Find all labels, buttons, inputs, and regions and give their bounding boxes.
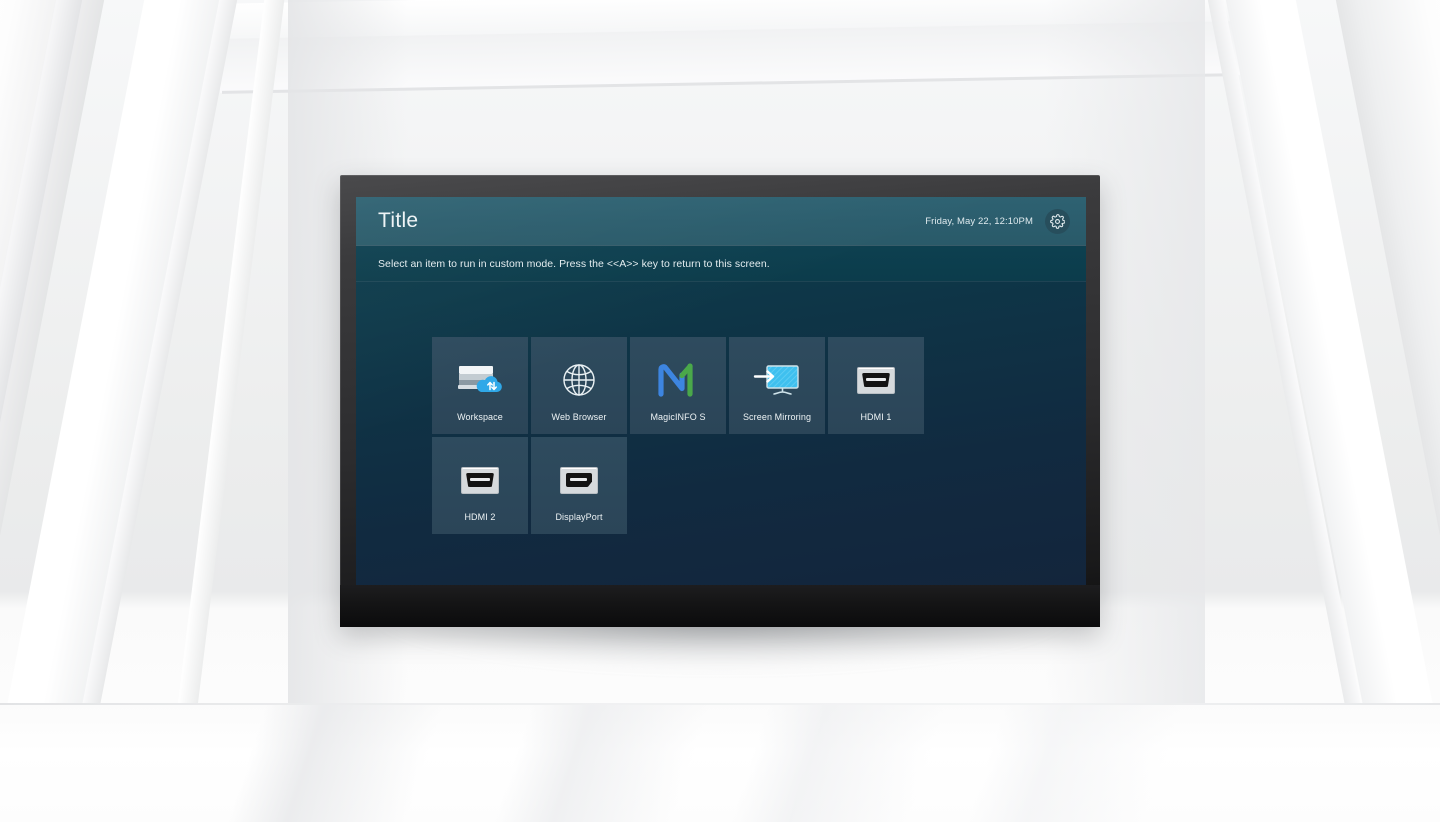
tile-hdmi-1[interactable]: HDMI 1 (828, 337, 924, 434)
instruction-bar: Select an item to run in custom mode. Pr… (356, 246, 1086, 281)
instruction-text: Select an item to run in custom mode. Pr… (378, 257, 770, 270)
tile-screen-mirroring[interactable]: Screen Mirroring (729, 337, 825, 434)
tile-label: HDMI 1 (860, 412, 892, 422)
tile-displayport[interactable]: DisplayPort (531, 437, 627, 534)
displayport-port-icon (551, 457, 607, 503)
tile-label: Web Browser (551, 412, 607, 422)
page-title: Title (378, 209, 419, 232)
tile-label: Workspace (457, 412, 503, 422)
header-right-group: Friday, May 22, 12:10PM (925, 208, 1070, 234)
bottom-bezel (340, 585, 1100, 627)
magicinfo-logo-icon (650, 357, 706, 403)
port-opening (862, 373, 890, 387)
port-opening (566, 473, 592, 487)
tile-hdmi-2[interactable]: HDMI 2 (432, 437, 528, 534)
tile-workspace[interactable]: Workspace (432, 337, 528, 434)
hdmi-port-icon (848, 357, 904, 403)
room-scene: Title Friday, May 22, 12:10PM Select an … (0, 0, 1440, 822)
tile-row-2: HDMI 2 DisplayPort (432, 437, 1086, 534)
app-tile-grid: Workspace Web Browser MagicINFO S Screen… (356, 282, 1086, 585)
port-opening (466, 473, 494, 487)
screen-header: Title Friday, May 22, 12:10PM (356, 197, 1086, 245)
display-device: Title Friday, May 22, 12:10PM Select an … (340, 175, 1100, 627)
tile-label: MagicINFO S (650, 412, 706, 422)
hdmi-port-icon (452, 457, 508, 503)
tile-label: Screen Mirroring (742, 412, 812, 422)
tile-magicinfo-s[interactable]: MagicINFO S (630, 337, 726, 434)
tile-label: DisplayPort (555, 512, 603, 522)
floor-light-streaks (0, 705, 1440, 822)
port-frame (857, 366, 895, 394)
port-frame (560, 466, 598, 494)
tile-label: HDMI 2 (464, 512, 496, 522)
settings-button[interactable] (1045, 208, 1070, 234)
port-frame (461, 466, 499, 494)
tile-row-1: Workspace Web Browser MagicINFO S Screen… (432, 337, 1086, 434)
gear-icon (1050, 213, 1065, 229)
clock-label: Friday, May 22, 12:10PM (925, 215, 1033, 227)
display-screen: Title Friday, May 22, 12:10PM Select an … (356, 197, 1086, 585)
workspace-cloud-icon (452, 357, 508, 403)
globe-icon (551, 357, 607, 403)
screen-mirroring-icon (749, 357, 805, 403)
tile-web-browser[interactable]: Web Browser (531, 337, 627, 434)
